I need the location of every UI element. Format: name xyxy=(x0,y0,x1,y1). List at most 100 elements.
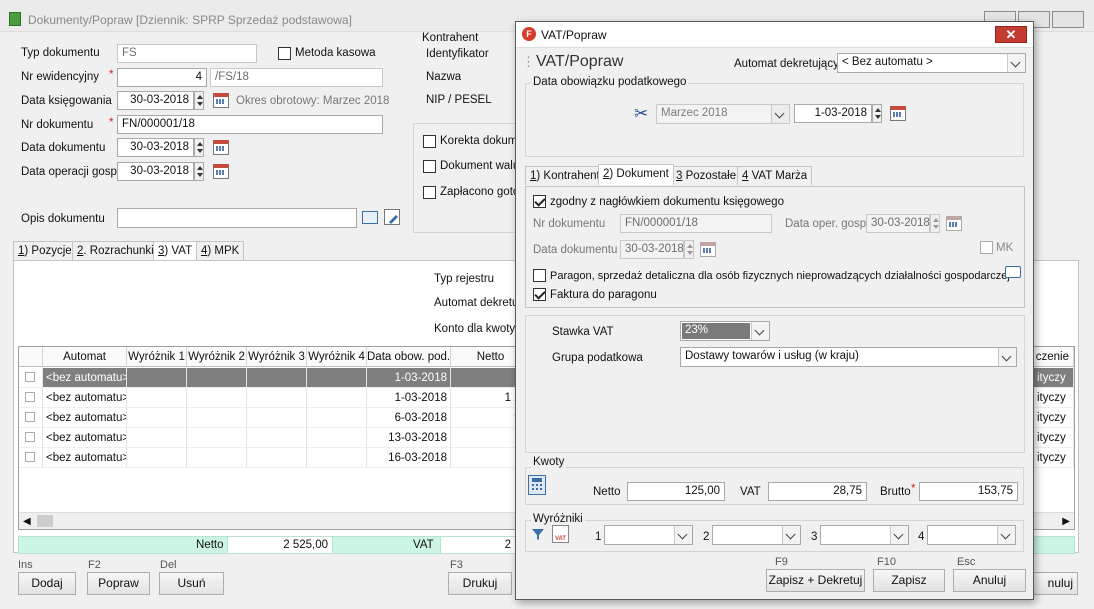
cell-wyroznik-2 xyxy=(187,388,247,408)
row-checkbox[interactable] xyxy=(25,432,35,442)
row-checkbox[interactable] xyxy=(25,412,35,422)
grid-header-wyroznik-2[interactable]: Wyróżnik 2 xyxy=(187,347,247,367)
data-ksiegowania-spinner[interactable] xyxy=(194,91,204,110)
zapisz-dekretuj-button[interactable]: Zapisz + Dekretuj xyxy=(766,569,865,592)
calculator-icon[interactable] xyxy=(528,475,546,495)
okres-select: Marzec 2018 xyxy=(656,104,790,124)
automat-dekretujacy-label: Automat dekretuj xyxy=(434,297,521,309)
metoda-kasowa-checkbox[interactable] xyxy=(278,47,291,60)
calendar-icon[interactable] xyxy=(890,106,906,121)
data-dokumentu-field[interactable]: 30-03-2018 xyxy=(117,138,194,157)
calendar-icon xyxy=(946,216,962,231)
grid-header-rozliczenie[interactable]: czenie xyxy=(1034,347,1074,367)
korekta-checkbox[interactable] xyxy=(423,135,436,148)
grid-header-data-obow[interactable]: Data obow. pod. xyxy=(367,347,451,367)
wyroznik-4-select[interactable] xyxy=(927,525,1016,545)
drukuj-button[interactable]: Drukuj xyxy=(448,572,512,595)
row-checkbox[interactable] xyxy=(25,392,35,402)
row-select-checkbox[interactable] xyxy=(19,448,43,468)
paragon-checkbox[interactable] xyxy=(533,269,546,282)
grid-header-wyroznik-4[interactable]: Wyróżnik 4 xyxy=(307,347,367,367)
nr-dokumentu-field[interactable]: FN/000001/18 xyxy=(117,115,383,134)
dodaj-button[interactable]: Dodaj xyxy=(18,572,76,595)
nr-ewidencyjny-number[interactable]: 4 xyxy=(117,68,207,87)
grid-header-automat[interactable]: Automat xyxy=(43,347,127,367)
typ-dokumentu-field[interactable]: FS xyxy=(117,44,257,63)
row-checkbox[interactable] xyxy=(25,452,35,462)
tab-mpk[interactable]: 4) MPK xyxy=(196,241,245,260)
wyroznik-2-select[interactable] xyxy=(712,525,801,545)
zgodny-checkbox[interactable] xyxy=(533,195,546,208)
cell-automat: <bez automatu> xyxy=(43,388,127,408)
row-checkbox[interactable] xyxy=(25,372,35,382)
grupa-podatkowa-select[interactable]: Dostawy towarów i usług (w kraju) xyxy=(680,347,1017,367)
popraw-button[interactable]: Popraw xyxy=(87,572,150,595)
filter-icon[interactable] xyxy=(531,527,545,541)
data-operacji-field[interactable]: 30-03-2018 xyxy=(117,162,194,181)
data-dokumentu-spinner[interactable] xyxy=(194,138,204,157)
automat-dekretujacy-select[interactable]: < Bez automatu > xyxy=(837,53,1026,73)
data-operacji-label: Data operacji gosp. xyxy=(21,166,121,178)
edit-icon[interactable] xyxy=(384,209,400,225)
calendar-icon[interactable] xyxy=(213,164,229,179)
kwoty-brutto-field[interactable]: 153,75 xyxy=(919,482,1018,501)
data-ksiegowania-field[interactable]: 30-03-2018 xyxy=(117,91,194,110)
tab-dokument[interactable]: 2) Dokument xyxy=(598,164,674,185)
anuluj-hotkey: Esc xyxy=(957,556,976,568)
okres-obrotowy-text: Okres obrotowy: Marzec 2018 xyxy=(236,95,390,107)
wyroznik-1-select[interactable] xyxy=(604,525,693,545)
grid-header-wyroznik-3[interactable]: Wyróżnik 3 xyxy=(247,347,307,367)
row-select-checkbox[interactable] xyxy=(19,388,43,408)
zaplacono-checkbox[interactable] xyxy=(423,186,436,199)
close-main-button[interactable] xyxy=(1052,11,1084,28)
vat-icon[interactable]: VAT xyxy=(552,525,569,543)
app-f-icon: F xyxy=(522,27,536,41)
kwoty-vat-field[interactable]: 28,75 xyxy=(768,482,867,501)
dialog-close-button[interactable]: ✕ xyxy=(995,26,1027,43)
tab-pozostale[interactable]: 3 Pozostałe xyxy=(671,166,742,185)
row-select-checkbox[interactable] xyxy=(19,408,43,428)
main-anuluj-button[interactable]: nuluj xyxy=(1030,572,1078,595)
faktura-do-paragonu-checkbox[interactable] xyxy=(533,288,546,301)
tab-pozycje[interactable]: 1) Pozycje xyxy=(13,241,77,260)
row-select-checkbox[interactable] xyxy=(19,428,43,448)
wyrozniki-group-title: Wyróżniki xyxy=(531,513,585,525)
okres-date-field[interactable]: 1-03-2018 xyxy=(794,104,872,123)
tab-rozrachunki[interactable]: 2. Rozrachunki xyxy=(72,241,159,260)
grid-header-wyroznik-1[interactable]: Wyróżnik 1 xyxy=(127,347,187,367)
calendar-icon[interactable] xyxy=(213,93,229,108)
okres-date-spinner[interactable] xyxy=(872,104,882,123)
obowiazek-group-title: Data obowiązku podatkowego xyxy=(531,76,689,88)
calendar-icon xyxy=(700,242,716,257)
dialog-window-title: VAT/Popraw xyxy=(541,28,607,42)
scroll-thumb[interactable] xyxy=(37,515,53,527)
comment-icon[interactable] xyxy=(1005,266,1021,278)
data-operacji-spinner[interactable] xyxy=(194,162,204,181)
calendar-icon[interactable] xyxy=(213,140,229,155)
scissors-icon[interactable]: ✂ xyxy=(634,104,648,124)
scroll-right-icon[interactable]: ▶ xyxy=(1062,516,1070,527)
walutowy-label: Dokument walut xyxy=(440,160,523,172)
zgodny-label: zgodny z nagłówkiem dokumentu księgowego xyxy=(550,196,784,208)
stawka-vat-select[interactable]: 23% xyxy=(680,321,770,341)
cell-data-obow: 1-03-2018 xyxy=(367,388,451,408)
kwoty-netto-field[interactable]: 125,00 xyxy=(627,482,725,501)
opis-dokumentu-field[interactable] xyxy=(117,208,357,228)
zapisz-button[interactable]: Zapisz xyxy=(873,569,945,592)
dlg-data-oper-spinner xyxy=(930,214,940,233)
cell-wyroznik-1 xyxy=(127,388,187,408)
row-select-checkbox[interactable] xyxy=(19,368,43,388)
tab-vat-marza[interactable]: 4 VAT Marża xyxy=(737,166,813,185)
walutowy-checkbox[interactable] xyxy=(423,160,436,173)
tab-vat[interactable]: 3) VAT xyxy=(153,241,198,260)
usun-button[interactable]: Usuń xyxy=(159,572,224,595)
tab-kontrahent[interactable]: 1) Kontrahent xyxy=(525,166,605,185)
scroll-left-icon[interactable]: ◀ xyxy=(23,516,31,527)
wyroznik-2-label: 2 xyxy=(703,531,710,543)
nr-dokumentu-label: Nr dokumentu xyxy=(21,119,94,131)
cell-data-obow: 13-03-2018 xyxy=(367,428,451,448)
folder-icon[interactable] xyxy=(362,211,378,224)
anuluj-button[interactable]: Anuluj xyxy=(953,569,1026,592)
wyroznik-3-select[interactable] xyxy=(820,525,909,545)
cell-automat: <bez automatu> xyxy=(43,448,127,468)
